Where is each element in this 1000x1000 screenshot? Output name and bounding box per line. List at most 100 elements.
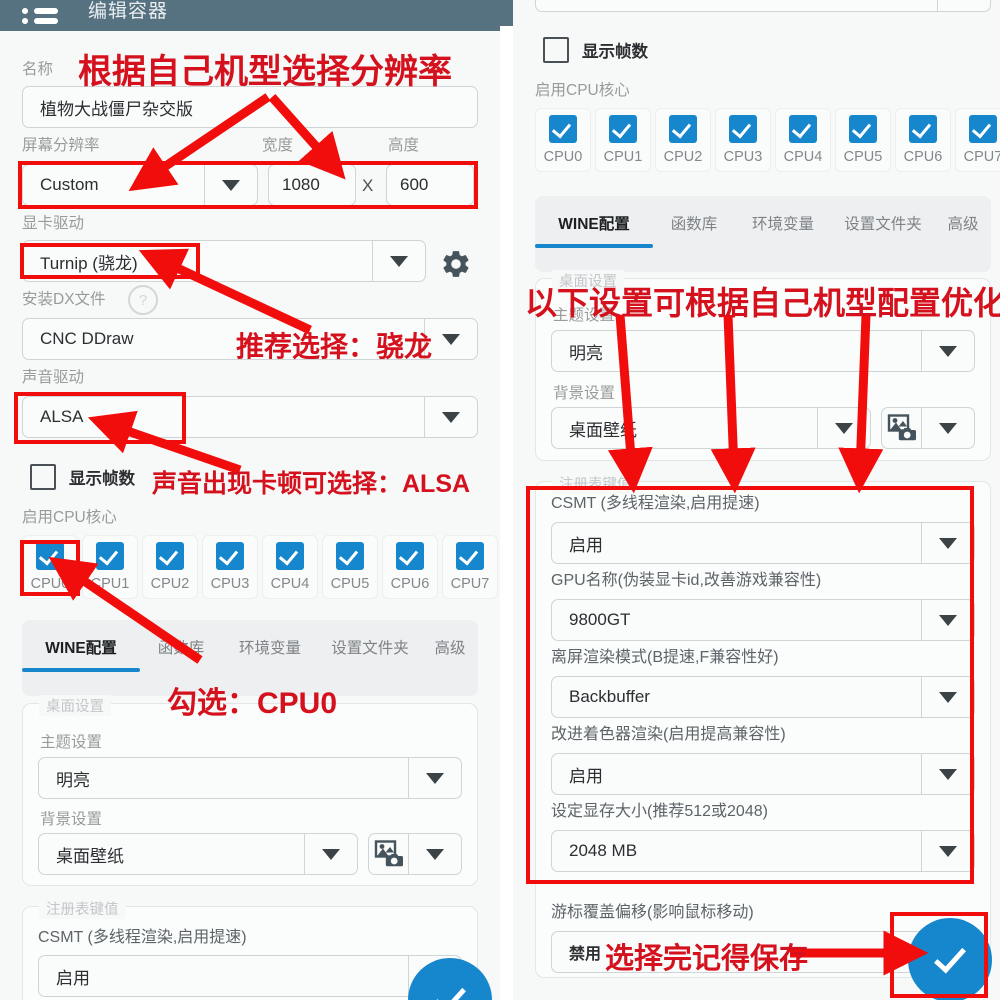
tab-bar[interactable]: WINE配置 函数库 环境变量 设置文件夹 高级 [535, 196, 991, 272]
cpu-core-cpu4[interactable]: CPU4 [262, 535, 318, 599]
tab-5[interactable]: 高级 [935, 212, 991, 248]
cpu-core-cpu2[interactable]: CPU2 [655, 108, 711, 172]
chevron-down-icon[interactable] [817, 408, 870, 448]
cpu-core-cpu5[interactable]: CPU5 [835, 108, 891, 172]
chevron-down-icon[interactable] [921, 677, 974, 717]
dx-file-select[interactable]: CNC DDraw [22, 318, 478, 360]
tab-1[interactable]: WINE配置 [22, 636, 140, 672]
height-input[interactable]: 600 [386, 164, 474, 206]
checkmark-icon[interactable] [789, 115, 817, 143]
checkmark-icon[interactable] [336, 542, 364, 570]
tab-5[interactable]: 高级 [422, 636, 478, 672]
show-fps-checkbox[interactable] [30, 464, 56, 490]
chevron-down-icon[interactable] [372, 241, 425, 281]
image-camera-picker-icon[interactable] [882, 414, 921, 442]
checkmark-icon[interactable] [669, 115, 697, 143]
show-fps-label: 显示帧数 [582, 43, 648, 61]
vram-size-select[interactable]: 2048 MB [551, 830, 975, 872]
checkmark-icon[interactable] [36, 542, 64, 570]
offscreen-render-select[interactable]: Backbuffer [551, 676, 975, 718]
checkmark-icon[interactable] [849, 115, 877, 143]
background-picker[interactable] [881, 407, 975, 449]
checkmark-icon[interactable] [729, 115, 757, 143]
audio-driver-select[interactable]: ALSA [22, 396, 478, 438]
chevron-down-icon[interactable] [424, 397, 477, 437]
checkmark-icon[interactable] [216, 542, 244, 570]
csmt-select[interactable]: 启用 [38, 955, 462, 997]
cpu-core-cpu1[interactable]: CPU1 [595, 108, 651, 172]
save-button[interactable] [908, 918, 992, 1000]
tab-label: WINE配置 [45, 640, 117, 657]
shader-render-label: 改进着色器渲染(启用提高兼容性) [551, 726, 786, 743]
chevron-down-icon[interactable] [921, 600, 974, 640]
tab-2[interactable]: 函数库 [653, 212, 735, 248]
gpu-driver-select[interactable]: Turnip (骁龙) [22, 240, 426, 282]
checkmark-icon[interactable] [276, 542, 304, 570]
cpu-core-cpu0[interactable]: CPU0 [22, 535, 78, 599]
tab-3[interactable]: 环境变量 [222, 636, 318, 672]
tab-bar[interactable]: WINE配置 函数库 环境变量 设置文件夹 高级 [22, 620, 478, 696]
tab-label: 环境变量 [238, 640, 301, 657]
registry-settings-legend: 注册表键值 [552, 473, 639, 494]
chevron-down-icon[interactable] [408, 834, 461, 874]
chevron-down-icon[interactable] [921, 331, 974, 371]
background-picker[interactable] [368, 833, 462, 875]
csmt-select[interactable]: 启用 [551, 522, 975, 564]
cpu-core-cpu2[interactable]: CPU2 [142, 535, 198, 599]
background-select[interactable]: 桌面壁纸 [551, 407, 871, 449]
help-icon[interactable]: ? [128, 285, 158, 315]
chevron-down-icon[interactable] [921, 523, 974, 563]
cpu-core-cpu3[interactable]: CPU3 [202, 535, 258, 599]
partial-select-top[interactable] [535, 0, 991, 12]
cpu-core-label: CPU2 [150, 576, 190, 592]
cpu-core-cpu1[interactable]: CPU1 [82, 535, 138, 599]
checkmark-icon[interactable] [969, 115, 997, 143]
checkmark-icon[interactable] [156, 542, 184, 570]
gear-icon[interactable] [440, 248, 472, 280]
show-fps-checkbox-row[interactable]: 显示帧数 [543, 37, 648, 63]
cpu-core-cpu4[interactable]: CPU4 [775, 108, 831, 172]
checkmark-icon[interactable] [456, 542, 484, 570]
cpu-core-cpu6[interactable]: CPU6 [382, 535, 438, 599]
chevron-down-icon[interactable] [921, 754, 974, 794]
tab-4[interactable]: 设置文件夹 [831, 212, 935, 248]
dx-file-value: CNC DDraw [40, 329, 134, 348]
checkmark-icon[interactable] [909, 115, 937, 143]
resolution-preset-select[interactable]: Custom [22, 164, 258, 206]
cpu-core-cpu5[interactable]: CPU5 [322, 535, 378, 599]
shader-render-value: 启用 [569, 766, 603, 786]
tab-4[interactable]: 设置文件夹 [318, 636, 422, 672]
chevron-down-icon[interactable] [408, 758, 461, 798]
tab-3[interactable]: 环境变量 [735, 212, 831, 248]
hamburger-menu-icon[interactable] [22, 6, 58, 26]
cpu-core-cpu6[interactable]: CPU6 [895, 108, 951, 172]
tab-1[interactable]: WINE配置 [535, 212, 653, 248]
cpu-core-cpu7[interactable]: CPU7 [442, 535, 498, 599]
show-fps-checkbox[interactable] [543, 37, 569, 63]
theme-select[interactable]: 明亮 [551, 330, 975, 372]
desktop-settings-legend: 桌面设置 [552, 270, 624, 291]
chevron-down-icon[interactable] [424, 319, 477, 359]
shader-render-select[interactable]: 启用 [551, 753, 975, 795]
width-input[interactable]: 1080 [268, 164, 356, 206]
theme-select[interactable]: 明亮 [38, 757, 462, 799]
tab-label: 高级 [434, 640, 466, 657]
chevron-down-icon[interactable] [937, 0, 990, 11]
show-fps-checkbox-row[interactable]: 显示帧数 [30, 464, 135, 490]
image-camera-picker-icon[interactable] [369, 840, 408, 868]
chevron-down-icon[interactable] [204, 165, 257, 205]
chevron-down-icon[interactable] [921, 408, 974, 448]
checkmark-icon[interactable] [609, 115, 637, 143]
cpu-core-cpu7[interactable]: CPU7 [955, 108, 1000, 172]
gpu-name-select[interactable]: 9800GT [551, 599, 975, 641]
chevron-down-icon[interactable] [921, 831, 974, 871]
checkmark-icon[interactable] [96, 542, 124, 570]
cpu-core-cpu3[interactable]: CPU3 [715, 108, 771, 172]
name-input[interactable]: 植物大战僵尸杂交版 [22, 86, 478, 128]
checkmark-icon[interactable] [549, 115, 577, 143]
background-select[interactable]: 桌面壁纸 [38, 833, 358, 875]
checkmark-icon[interactable] [396, 542, 424, 570]
cpu-core-cpu0[interactable]: CPU0 [535, 108, 591, 172]
tab-2[interactable]: 函数库 [140, 636, 222, 672]
chevron-down-icon[interactable] [304, 834, 357, 874]
